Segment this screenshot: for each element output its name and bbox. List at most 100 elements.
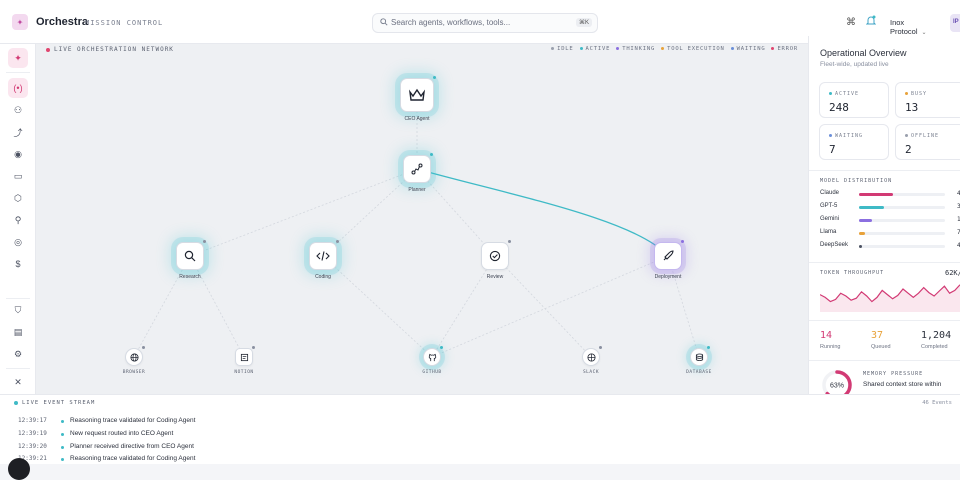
live-event-stream: LIVE EVENT STREAM 46 Events 12:39:17 Reas…: [0, 394, 960, 464]
knowledge-book-icon[interactable]: ▭: [8, 166, 28, 186]
model-row: Gemini16: [820, 216, 960, 226]
completed-stat: 1,204 Completed: [921, 330, 951, 350]
stat-card-busy[interactable]: BUSY 13: [895, 82, 960, 118]
event-time: 12:39:17: [18, 417, 47, 424]
assistant-bubble-icon[interactable]: [8, 458, 30, 480]
search-icon: [380, 18, 388, 26]
event-message: Reasoning trace validated for Coding Age…: [70, 417, 196, 424]
node-label: Planner: [408, 187, 426, 193]
node-review[interactable]: Review: [481, 240, 511, 280]
home-logo-icon[interactable]: ✦: [8, 48, 28, 68]
notion-doc-icon: [240, 353, 248, 361]
status-pip: [433, 76, 436, 79]
agents-icon[interactable]: ⚇: [8, 100, 28, 120]
observability-eye-icon[interactable]: ◎: [8, 232, 28, 252]
tools-wrench-icon[interactable]: ⚲: [8, 210, 28, 230]
network-canvas[interactable]: LIVE ORCHESTRATION NETWORK IDLE ACTIVE THI…: [36, 44, 808, 394]
notification-bell-icon[interactable]: [866, 15, 876, 27]
event-row[interactable]: 12:39:20 Planner received directive from …: [18, 443, 418, 453]
node-tool-notion[interactable]: NOTION: [234, 346, 255, 375]
monitor-icon[interactable]: ◉: [8, 144, 28, 164]
event-row[interactable]: 12:39:19 New request routed into CEO Agen…: [18, 430, 418, 440]
completed-label: Completed: [921, 344, 948, 350]
node-ceo-box: [400, 78, 434, 112]
model-bar-track: [859, 219, 945, 222]
stat-value: 2: [905, 143, 912, 156]
running-value: 14: [820, 330, 833, 341]
database-icon: [695, 353, 703, 361]
terminal-icon[interactable]: ▤: [8, 322, 28, 342]
event-bullet: [61, 458, 64, 461]
model-name: Claude: [820, 190, 840, 196]
status-dot: [905, 92, 908, 95]
check-circle-icon: [489, 250, 501, 262]
node-label: DATABASE: [686, 370, 712, 375]
status-dot: [829, 134, 832, 137]
model-distribution-label: MODEL DISTRIBUTION: [820, 178, 893, 184]
model-row: Claude42: [820, 190, 960, 200]
model-bar-track: [859, 206, 945, 209]
package-icon[interactable]: ⬡: [8, 188, 28, 208]
stat-card-offline[interactable]: OFFLINE 2: [895, 124, 960, 160]
event-bullet: [61, 446, 64, 449]
node-research[interactable]: Research: [176, 240, 206, 280]
edge-review-github: [431, 255, 496, 358]
event-message: Planner received directive from CEO Agen…: [70, 443, 194, 450]
node-deployment[interactable]: Deployment: [654, 240, 684, 280]
model-name: Llama: [820, 229, 837, 235]
node-planner-box: [403, 155, 431, 183]
model-name: DeepSeek: [820, 242, 849, 248]
brand-name: Orchestra: [36, 16, 88, 28]
edge-coding-github: [322, 255, 433, 358]
billing-icon[interactable]: $: [8, 254, 28, 274]
stat-card-active[interactable]: ACTIVE 248: [819, 82, 889, 118]
node-tool-database[interactable]: DATABASE: [686, 346, 711, 375]
model-bar-track: [859, 193, 945, 196]
stat-card-waiting[interactable]: WAITING 7: [819, 124, 889, 160]
node-coding[interactable]: Coding: [309, 240, 339, 280]
workspace-selector[interactable]: Inox Protocol ⌄: [885, 15, 947, 36]
avatar[interactable]: IP: [950, 14, 960, 32]
node-github-box: [423, 348, 441, 366]
node-notion-box: [235, 348, 253, 366]
node-planner[interactable]: Planner: [403, 153, 433, 193]
stream-event-count: 46 Events: [922, 400, 952, 406]
edge-planner-research: [189, 168, 418, 257]
status-pip: [707, 346, 710, 349]
event-row[interactable]: 12:39:17 Reasoning trace validated for Co…: [18, 417, 418, 427]
model-name: Gemini: [820, 216, 840, 222]
status-pip: [203, 240, 206, 243]
edge-deployment-database: [667, 255, 700, 358]
workflows-icon[interactable]: ⤴: [8, 122, 28, 142]
model-bar-track: [859, 245, 945, 248]
settings-gear-icon[interactable]: ⚙: [8, 344, 28, 364]
crown-icon: [409, 88, 425, 101]
section-divider: [809, 320, 960, 321]
node-tool-github[interactable]: GITHUB: [422, 346, 443, 375]
event-time: 12:39:19: [18, 430, 47, 437]
edge-research-notion: [189, 255, 245, 358]
command-icon[interactable]: ⌘: [846, 17, 856, 28]
live-network-icon[interactable]: (•): [8, 78, 28, 98]
throughput-value: 62K/s: [945, 269, 960, 277]
search-input[interactable]: [391, 18, 561, 27]
search-box[interactable]: ⌘K: [372, 13, 598, 33]
node-label: CEO Agent: [404, 116, 430, 122]
node-ceo-agent[interactable]: CEO Agent: [400, 76, 436, 122]
event-bullet: [61, 420, 64, 423]
workspace-name: Inox Protocol: [890, 18, 918, 36]
node-review-box: [481, 242, 509, 270]
section-divider: [809, 170, 960, 171]
stat-label-text: OFFLINE: [911, 133, 940, 139]
node-label: Coding: [315, 274, 331, 280]
node-tool-browser[interactable]: BROWSER: [123, 346, 145, 375]
node-label: Review: [486, 274, 504, 280]
collapse-icon[interactable]: ✕: [8, 372, 28, 392]
security-shield-icon[interactable]: ⛉: [8, 300, 28, 320]
model-bar-fill: [859, 206, 884, 209]
stat-label-text: WAITING: [835, 133, 864, 139]
brand-logo-icon[interactable]: ✦: [12, 14, 28, 30]
node-tool-slack[interactable]: SLACK: [582, 346, 602, 375]
node-browser-box: [125, 348, 143, 366]
search-shortcut-badge: ⌘K: [575, 18, 592, 27]
